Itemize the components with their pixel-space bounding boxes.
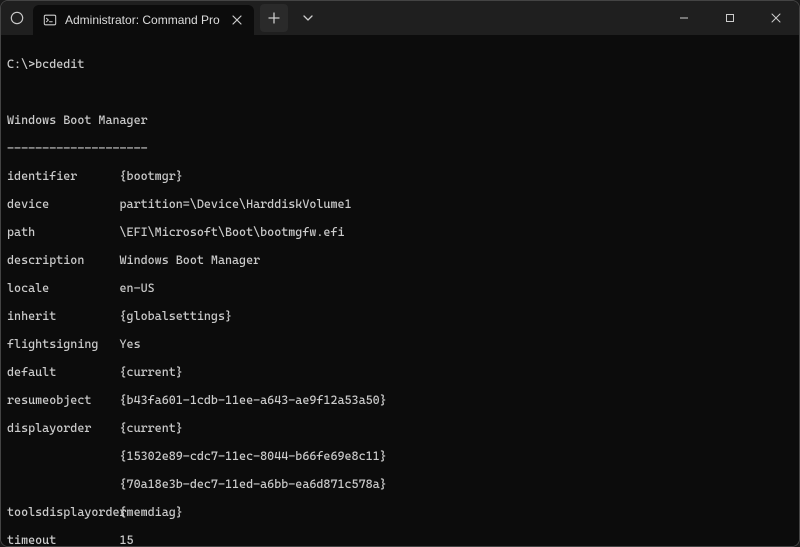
- kv-val: Windows Boot Manager: [120, 253, 261, 267]
- kv-val: {current}: [120, 421, 183, 435]
- kv-key: displayorder: [7, 421, 120, 435]
- titlebar-left: Administrator: Command Pro: [1, 1, 661, 35]
- tab-title: Administrator: Command Pro: [65, 13, 220, 27]
- kv-val: {memdiag}: [120, 505, 183, 519]
- kv-val: {globalsettings}: [120, 309, 233, 323]
- kv-val: partition=\Device\HarddiskVolume1: [120, 197, 352, 211]
- kv-key: resumeobject: [7, 393, 120, 407]
- kv-key: device: [7, 197, 120, 211]
- new-tab-button[interactable]: [260, 4, 288, 32]
- section-header: Windows Boot Manager: [7, 113, 148, 127]
- terminal-app-icon: [1, 11, 33, 25]
- tab-dropdown-button[interactable]: [294, 4, 322, 32]
- section-rule: --------------------: [7, 141, 148, 155]
- kv-key: identifier: [7, 169, 120, 183]
- titlebar[interactable]: Administrator: Command Pro: [1, 1, 799, 35]
- kv-val: Yes: [120, 337, 141, 351]
- command: bcdedit: [35, 57, 84, 71]
- prompt: C:\>: [7, 57, 35, 71]
- tab-active[interactable]: Administrator: Command Pro: [33, 5, 254, 35]
- kv-key: path: [7, 225, 120, 239]
- terminal-window: Administrator: Command Pro: [0, 0, 800, 547]
- maximize-button[interactable]: [707, 1, 753, 35]
- kv-val: \EFI\Microsoft\Boot\bootmgfw.efi: [120, 225, 345, 239]
- minimize-button[interactable]: [661, 1, 707, 35]
- cmd-icon: [43, 13, 57, 27]
- kv-key: timeout: [7, 533, 120, 546]
- tab-close-button[interactable]: [228, 11, 246, 29]
- kv-val: 15: [120, 533, 134, 546]
- kv-val: en-US: [120, 281, 155, 295]
- kv-key: default: [7, 365, 120, 379]
- kv-val: {70a18e3b-dec7-11ed-a6bb-ea6d871c578a}: [120, 477, 387, 491]
- kv-key: [7, 449, 120, 463]
- kv-key: flightsigning: [7, 337, 120, 351]
- kv-key: description: [7, 253, 120, 267]
- window-controls: [661, 1, 799, 35]
- kv-val: {15302e89-cdc7-11ec-8044-b66fe69e8c11}: [120, 449, 387, 463]
- terminal-output[interactable]: C:\>bcdedit Windows Boot Manager -------…: [1, 35, 799, 546]
- kv-val: {bootmgr}: [120, 169, 183, 183]
- kv-key: locale: [7, 281, 120, 295]
- close-button[interactable]: [753, 1, 799, 35]
- kv-key: [7, 477, 120, 491]
- kv-val: {current}: [120, 365, 183, 379]
- kv-key: inherit: [7, 309, 120, 323]
- kv-key: toolsdisplayorder: [7, 505, 120, 519]
- kv-val: {b43fa601-1cdb-11ee-a643-ae9f12a53a50}: [120, 393, 387, 407]
